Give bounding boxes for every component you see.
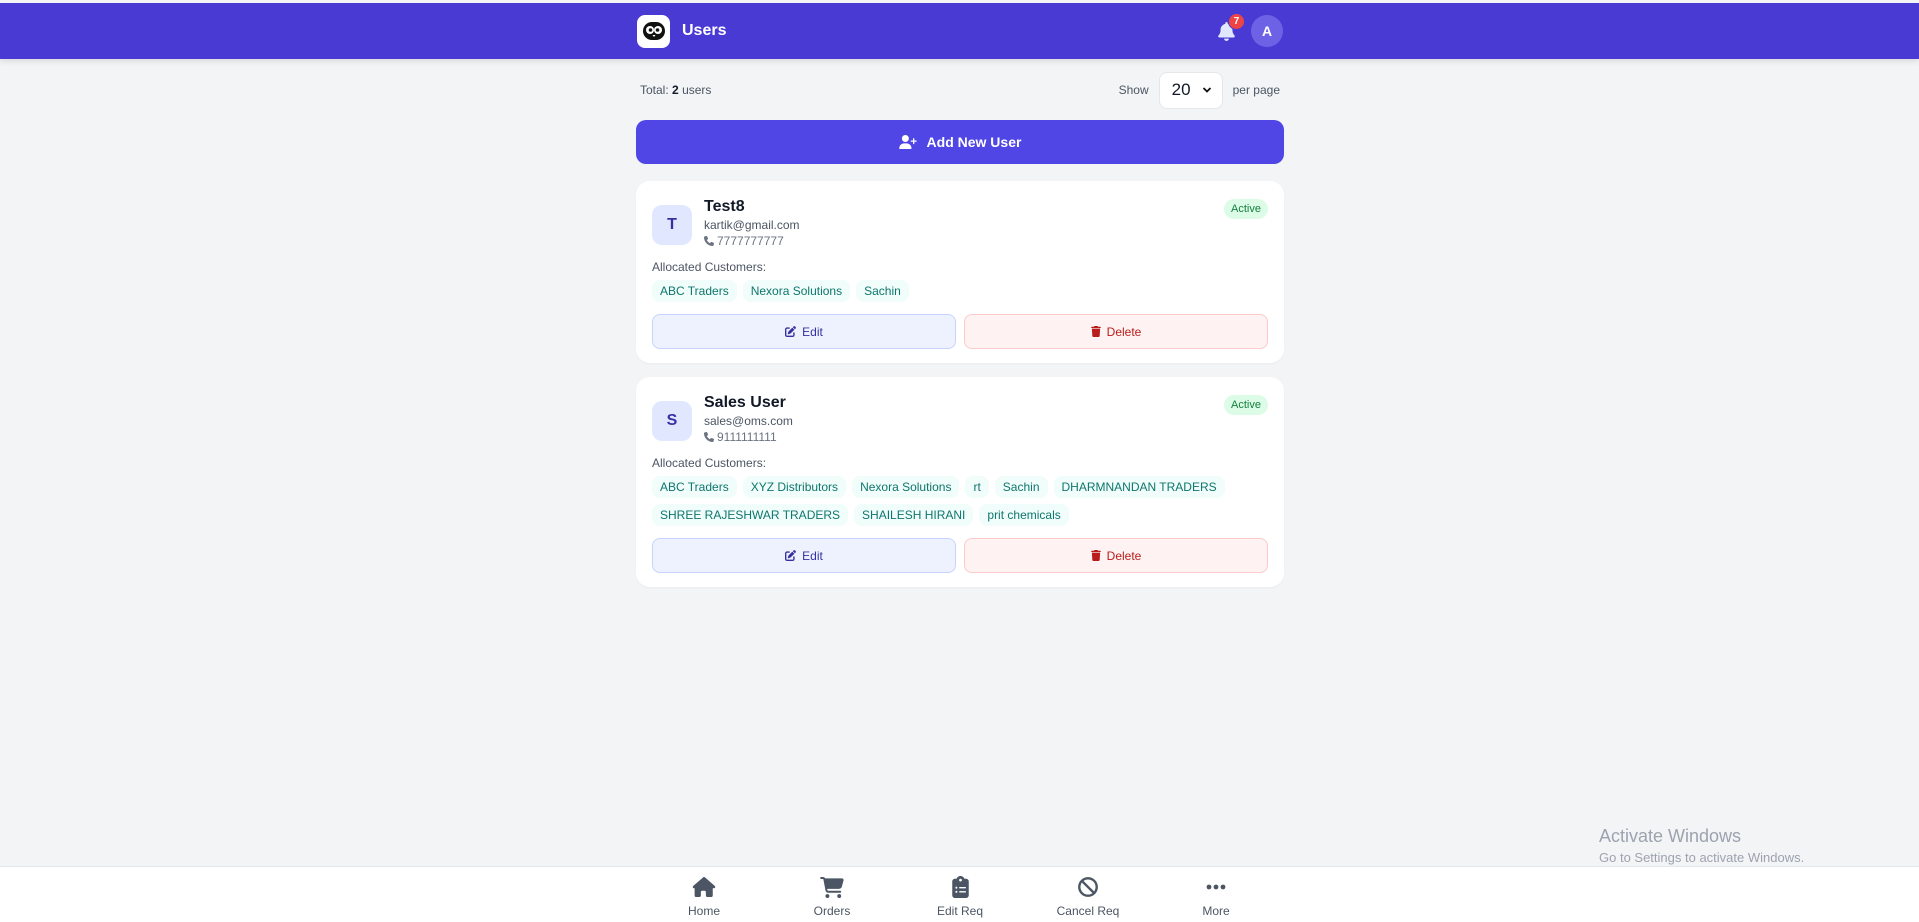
page-title: Users xyxy=(682,22,727,39)
customer-tag: Nexora Solutions xyxy=(852,476,960,498)
customer-tag: ABC Traders xyxy=(652,280,737,302)
nav-item-more[interactable]: More xyxy=(1176,875,1256,918)
delete-label: Delete xyxy=(1106,548,1142,563)
total-count: 2 xyxy=(672,83,679,97)
customer-tag: XYZ Distributors xyxy=(742,476,847,498)
per-page-value: 20 xyxy=(1171,80,1191,99)
ban-icon xyxy=(1078,877,1098,897)
edit-user-button[interactable]: Edit xyxy=(652,314,956,349)
edit-icon xyxy=(785,326,797,337)
user-plus-icon xyxy=(898,135,917,149)
customer-tag: Sachin xyxy=(994,476,1048,498)
customer-tag: ABC Traders xyxy=(652,476,737,498)
status-badge: Active xyxy=(1224,199,1268,219)
total-label: Total: xyxy=(640,83,669,97)
chevron-down-icon xyxy=(1202,87,1211,93)
customer-tag: DHARMNANDAN TRADERS xyxy=(1053,476,1225,498)
user-initial-avatar: S xyxy=(652,401,692,441)
watermark-subtitle: Go to Settings to activate Windows. xyxy=(1599,850,1805,865)
customer-tag: Sachin xyxy=(856,280,909,302)
status-badge: Active xyxy=(1224,395,1268,415)
per-page-select[interactable]: 20 xyxy=(1158,71,1223,109)
allocated-customers-label: Allocated Customers: xyxy=(652,260,767,274)
user-card: T Test8 kartik@gmail.com 7777777777 Acti… xyxy=(636,181,1284,363)
nav-item-orders[interactable]: Orders xyxy=(792,875,872,918)
dots-icon xyxy=(1206,884,1226,890)
user-avatar[interactable]: A xyxy=(1251,15,1283,47)
user-card: S Sales User sales@oms.com 9111111111 Ac… xyxy=(636,377,1284,587)
app-logo[interactable] xyxy=(637,14,670,48)
phone-icon xyxy=(704,432,714,442)
users-page: Total: 2 users Show 20 per page Add New … xyxy=(636,70,1284,587)
customer-tag: Nexora Solutions xyxy=(742,280,851,302)
user-email: sales@oms.com xyxy=(704,414,793,428)
list-meta-row: Total: 2 users Show 20 per page xyxy=(636,70,1284,110)
allocated-customers-list: ABC Traders Nexora Solutions Sachin xyxy=(652,280,1268,302)
notifications-button[interactable]: 7 xyxy=(1211,13,1245,46)
add-new-user-button[interactable]: Add New User xyxy=(636,120,1284,164)
user-list: T Test8 kartik@gmail.com 7777777777 Acti… xyxy=(636,181,1284,587)
user-email: kartik@gmail.com xyxy=(704,218,800,232)
cart-icon xyxy=(820,876,844,898)
edit-label: Edit xyxy=(802,548,823,563)
user-phone-row: 7777777777 xyxy=(704,234,800,248)
trash-icon xyxy=(1090,550,1101,561)
nav-item-home[interactable]: Home xyxy=(664,875,744,918)
total-users-text: Total: 2 users xyxy=(640,83,711,97)
edit-icon xyxy=(785,550,797,561)
bottom-navigation: Home Orders Edit Req Cancel Req More xyxy=(0,866,1919,922)
total-suffix: users xyxy=(682,83,712,97)
delete-user-button[interactable]: Delete xyxy=(964,538,1268,573)
customer-tag: prit chemicals xyxy=(979,504,1069,526)
show-label: Show xyxy=(1118,83,1149,97)
nav-label-cancel-req: Cancel Req xyxy=(1056,904,1120,918)
top-app-bar: Users 7 A xyxy=(0,0,1919,59)
user-phone: 9111111111 xyxy=(717,430,777,444)
user-name: Sales User xyxy=(704,394,786,411)
trash-icon xyxy=(1090,326,1101,337)
home-icon xyxy=(692,877,716,897)
owl-logo-icon xyxy=(642,22,665,40)
customer-tag: rt xyxy=(965,476,989,498)
edit-user-button[interactable]: Edit xyxy=(652,538,956,573)
watermark-title: Activate Windows xyxy=(1599,826,1742,846)
add-new-user-label: Add New User xyxy=(926,134,1022,150)
customer-tag: SHREE RAJESHWAR TRADERS xyxy=(652,504,849,526)
delete-label: Delete xyxy=(1106,324,1142,339)
customer-tag: SHAILESH HIRANI xyxy=(854,504,974,526)
phone-icon xyxy=(704,236,714,246)
nav-label-more: More xyxy=(1202,904,1230,918)
clipboard-icon xyxy=(951,876,969,898)
nav-item-cancel-req[interactable]: Cancel Req xyxy=(1048,875,1128,918)
user-phone-row: 9111111111 xyxy=(704,430,793,444)
nav-label-edit-req: Edit Req xyxy=(936,904,984,918)
user-phone: 7777777777 xyxy=(717,234,784,248)
nav-label-home: Home xyxy=(687,904,720,918)
per-page-label: per page xyxy=(1232,83,1280,97)
nav-label-orders: Orders xyxy=(813,904,851,918)
nav-item-edit-req[interactable]: Edit Req xyxy=(920,875,1000,918)
notification-count-badge: 7 xyxy=(1228,13,1245,30)
allocated-customers-label: Allocated Customers: xyxy=(652,456,767,470)
allocated-customers-list: ABC Traders XYZ Distributors Nexora Soluti… xyxy=(652,476,1268,526)
user-initial-avatar: T xyxy=(652,205,692,245)
delete-user-button[interactable]: Delete xyxy=(964,314,1268,349)
edit-label: Edit xyxy=(802,324,823,339)
windows-activation-watermark: Activate Windows Go to Settings to activ… xyxy=(1599,826,1804,865)
user-name: Test8 xyxy=(704,198,745,215)
